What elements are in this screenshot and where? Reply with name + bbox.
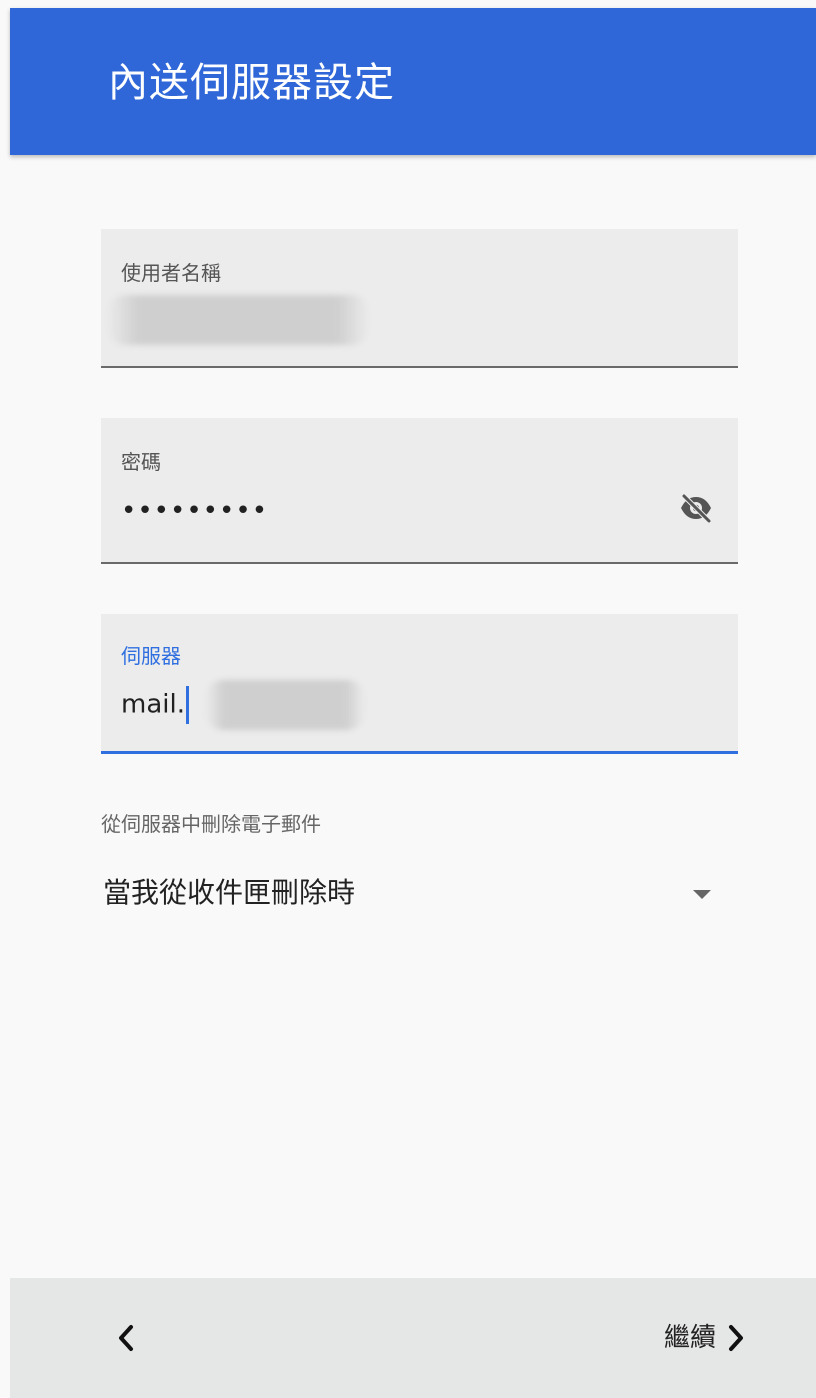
redacted-username [107,295,369,345]
delete-policy-selected: 當我從收件匣刪除時 [103,876,356,909]
delete-policy-select[interactable]: 當我從收件匣刪除時 [101,860,738,930]
page-title: 內送伺服器設定 [108,60,395,106]
continue-label: 繼續 [663,1323,716,1353]
username-label: 使用者名稱 [121,261,221,285]
dropdown-arrow-icon[interactable] [690,882,714,906]
server-input-text: mail. [121,689,185,720]
chevron-left-icon [119,1325,133,1351]
delete-policy-label: 從伺服器中刪除電子郵件 [101,812,321,836]
text-cursor [185,686,189,724]
bottom-nav-bar: 繼續 [10,1278,816,1398]
server-field[interactable]: 伺服器 mail. [101,614,738,754]
password-field[interactable]: 密碼 ••••••••• [101,418,738,564]
username-field[interactable]: 使用者名稱 [101,229,738,368]
continue-button[interactable]: 繼續 [664,1308,746,1368]
app-bar: 內送伺服器設定 [10,8,816,155]
redacted-server [205,680,365,730]
password-input[interactable]: ••••••••• [121,494,268,528]
server-input[interactable]: mail. [121,686,189,724]
server-label: 伺服器 [121,644,181,668]
chevron-right-icon [729,1325,743,1351]
back-button[interactable] [96,1308,156,1368]
password-label: 密碼 [121,450,161,474]
visibility-off-icon[interactable] [674,486,718,530]
